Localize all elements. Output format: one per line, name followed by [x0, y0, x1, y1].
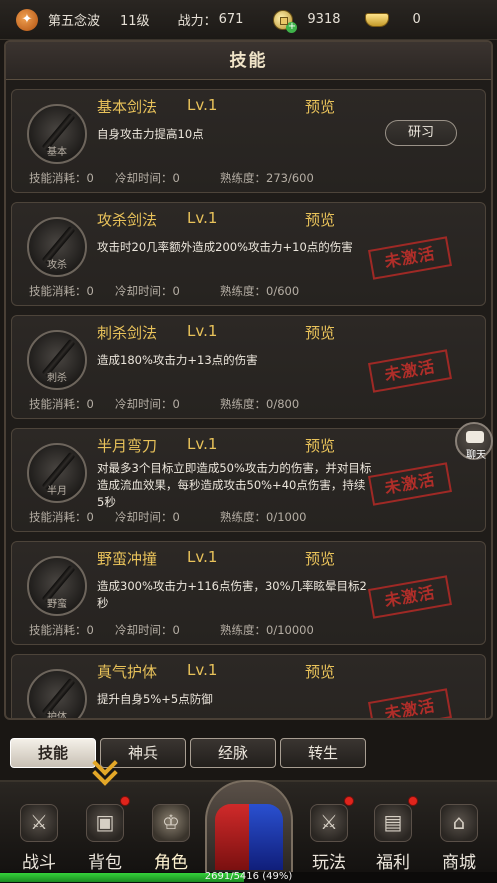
skill-icon: 野蛮 — [27, 556, 87, 616]
tab-rebirth[interactable]: 转生 — [280, 738, 366, 768]
skill-card[interactable]: 攻杀 攻杀剑法 Lv.1 预览 攻击时20几率额外造成200%攻击力+10点的伤… — [11, 202, 486, 306]
nav-shop[interactable]: ⌂ 商城 — [428, 782, 490, 874]
inactive-stamp: 未激活 — [368, 575, 452, 619]
skill-level: Lv.1 — [187, 661, 218, 679]
nav-welfare[interactable]: ▤ 福利 — [362, 782, 424, 874]
power-label: 战力： — [177, 14, 217, 29]
skill-name: 攻杀剑法 — [97, 211, 158, 229]
skill-stats: 技能消耗：0 冷却时间：0 熟练度：0/1000 — [29, 510, 307, 524]
skill-card[interactable]: 护体 真气护体 Lv.1 预览 提升自身5%+5点防御 未激活 — [11, 654, 486, 718]
inactive-stamp: 未激活 — [368, 462, 452, 506]
ingot-amount: 0 — [412, 12, 421, 27]
skill-card[interactable]: 半月 半月弯刀 Lv.1 预览 对最多3个目标立即造成50%攻击力的伤害，并对目… — [11, 428, 486, 532]
tab-meridian[interactable]: 经脉 — [190, 738, 276, 768]
top-status-bar: ✦ 第五念波 11级 战力： 671 + 9318 0 — [0, 0, 497, 40]
inactive-stamp: 未激活 — [368, 236, 452, 280]
skill-description: 攻击时20几率额外造成200%攻击力+10点的伤害 — [97, 240, 353, 254]
chat-button[interactable]: 聊天 — [455, 422, 493, 461]
coin-icon[interactable]: + — [273, 9, 298, 33]
chat-label: 聊天 — [466, 450, 486, 461]
skill-icon: 护体 — [27, 669, 87, 718]
skill-stats: 技能消耗：0 冷却时间：0 熟练度：0/600 — [29, 284, 300, 298]
skill-icon: 半月 — [27, 443, 87, 503]
xp-text: 2691/5416 (49%) — [204, 871, 293, 882]
red-door-icon — [215, 804, 249, 870]
preview-link[interactable]: 预览 — [305, 661, 335, 682]
player-level: 11级 — [120, 14, 150, 29]
coin-amount: 9318 — [307, 12, 341, 27]
skill-name: 野蛮冲撞 — [97, 550, 158, 568]
nav-bag[interactable]: ▣ 背包 — [74, 782, 136, 874]
skill-description: 对最多3个目标立即造成50%攻击力的伤害，并对目标造成流血效果，每秒造成攻击50… — [97, 461, 372, 509]
skill-card[interactable]: 刺杀 刺杀剑法 Lv.1 预览 造成180%攻击力+13点的伤害 未激活 技能消… — [11, 315, 486, 419]
panel-title: 技能 — [6, 42, 491, 80]
inactive-stamp: 未激活 — [368, 349, 452, 393]
notification-dot — [344, 796, 354, 806]
skill-level: Lv.1 — [187, 548, 218, 566]
guild-emblem-icon[interactable]: ✦ — [16, 8, 38, 31]
skill-panel: 技能 基本 基本剑法 Lv.1 预览 自身攻击力提高10点 研习 技能消耗：0 … — [4, 40, 493, 720]
skill-name: 刺杀剑法 — [97, 324, 158, 342]
skill-name: 真气护体 — [97, 663, 158, 681]
skill-icon: 基本 — [27, 104, 87, 164]
skill-description: 造成300%攻击力+116点伤害，30%几率眩晕目标2秒 — [97, 579, 367, 610]
notification-dot — [120, 796, 130, 806]
skill-stats: 技能消耗：0 冷却时间：0 熟练度：0/800 — [29, 397, 300, 411]
preview-link[interactable]: 预览 — [305, 435, 335, 456]
skill-description: 造成180%攻击力+13点的伤害 — [97, 353, 258, 367]
skill-icon: 攻杀 — [27, 217, 87, 277]
preview-link[interactable]: 预览 — [305, 322, 335, 343]
add-coin-icon[interactable]: + — [286, 21, 298, 33]
chat-bubble-icon — [466, 431, 484, 443]
portal-gate-button[interactable] — [205, 780, 293, 872]
nav-gameplay[interactable]: ⚔ 玩法 — [298, 782, 360, 874]
preview-link[interactable]: 预览 — [305, 209, 335, 230]
train-button[interactable]: 研习 — [385, 120, 457, 146]
nav-character[interactable]: ♔ 角色 — [140, 782, 202, 874]
skill-stats: 技能消耗：0 冷却时间：0 熟练度：0/10000 — [29, 623, 314, 637]
skill-description: 提升自身5%+5点防御 — [97, 692, 213, 706]
nav-battle[interactable]: ⚔ 战斗 — [8, 782, 70, 874]
blue-door-icon — [249, 804, 283, 870]
skill-stats: 技能消耗：0 冷却时间：0 熟练度：273/600 — [29, 171, 314, 185]
preview-link[interactable]: 预览 — [305, 548, 335, 569]
skill-level: Lv.1 — [187, 209, 218, 227]
gold-ingot-icon — [364, 12, 389, 27]
skill-icon: 刺杀 — [27, 330, 87, 390]
chevron-down-icon — [92, 750, 118, 788]
xp-bar: 2691/5416 (49%) — [0, 871, 497, 883]
inactive-stamp: 未激活 — [368, 688, 452, 718]
preview-link[interactable]: 预览 — [305, 96, 335, 117]
sub-tabs: 技能 神兵 经脉 转生 — [0, 730, 497, 772]
skill-description: 自身攻击力提高10点 — [97, 127, 204, 141]
skill-level: Lv.1 — [187, 435, 218, 453]
notification-dot — [408, 796, 418, 806]
skill-name: 基本剑法 — [97, 98, 158, 116]
tab-skills[interactable]: 技能 — [10, 738, 96, 768]
player-name: 第五念波 — [48, 14, 101, 29]
power-value: 671 — [218, 12, 244, 27]
skill-card[interactable]: 野蛮 野蛮冲撞 Lv.1 预览 造成300%攻击力+116点伤害，30%几率眩晕… — [11, 541, 486, 645]
skill-name: 半月弯刀 — [97, 437, 158, 455]
skill-card[interactable]: 基本 基本剑法 Lv.1 预览 自身攻击力提高10点 研习 技能消耗：0 冷却时… — [11, 89, 486, 193]
skill-level: Lv.1 — [187, 96, 218, 114]
skill-level: Lv.1 — [187, 322, 218, 340]
